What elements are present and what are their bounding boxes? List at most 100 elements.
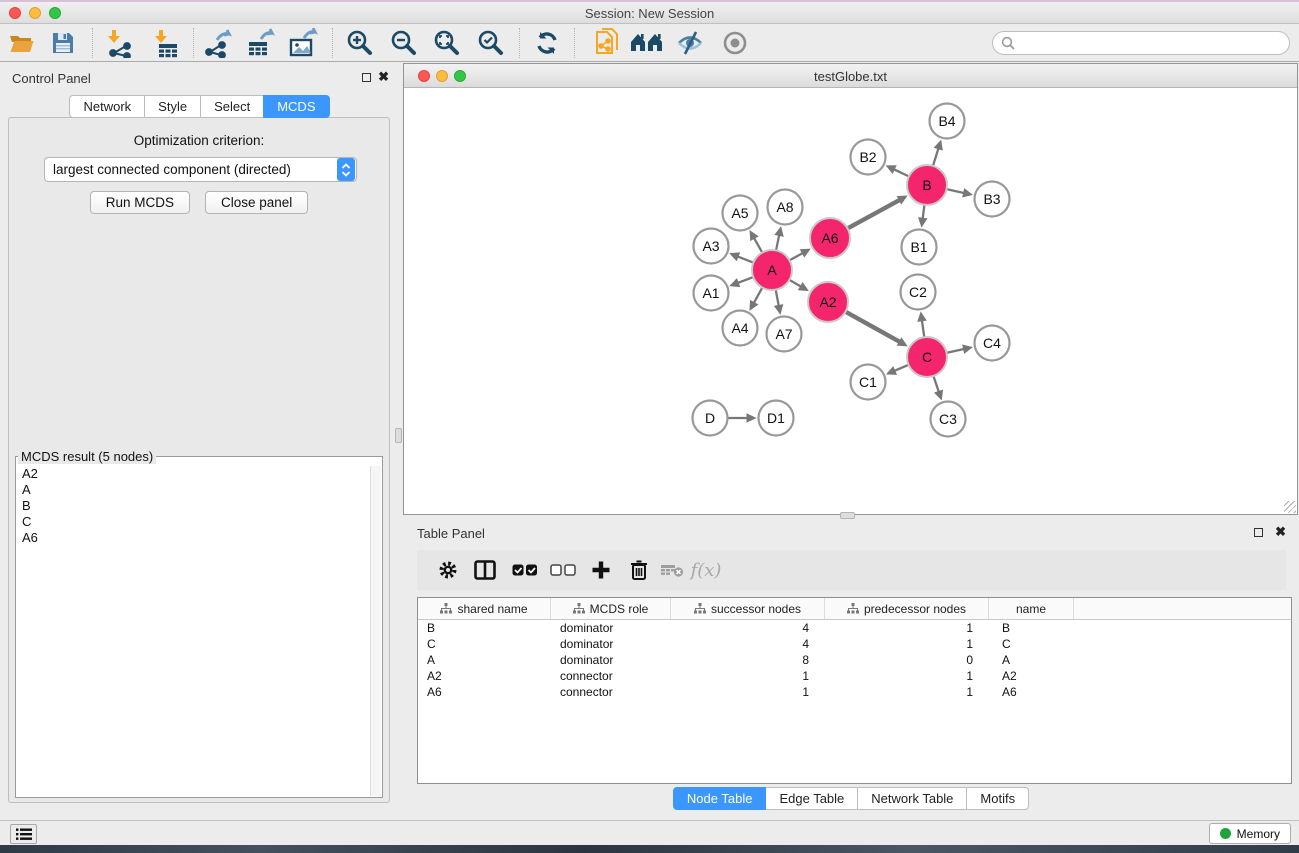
tab-edge-table[interactable]: Edge Table	[765, 787, 858, 810]
column-header-successor-nodes[interactable]: successor nodes	[671, 598, 825, 619]
memory-button[interactable]: Memory	[1209, 823, 1291, 844]
apply-layout-button[interactable]	[529, 27, 565, 59]
delete-table-button[interactable]	[655, 554, 689, 586]
split-divider-handle[interactable]	[840, 512, 855, 519]
mcds-result-list[interactable]: A2ABCA6	[17, 466, 370, 796]
table-row[interactable]: Adominator80A	[418, 652, 1291, 668]
cell[interactable]: 1	[671, 668, 825, 684]
table-row[interactable]: A2connector11A2	[418, 668, 1291, 684]
deselect-all-button[interactable]	[546, 554, 580, 586]
cell[interactable]: A6	[418, 684, 551, 700]
column-header-name[interactable]: name	[989, 598, 1074, 619]
cell[interactable]: A2	[418, 668, 551, 684]
delete-column-button[interactable]	[622, 554, 656, 586]
table-row[interactable]: Cdominator41C	[418, 636, 1291, 652]
criterion-dropdown[interactable]: largest connected component (directed)	[44, 157, 357, 182]
list-item-c[interactable]: C	[17, 514, 370, 530]
cell[interactable]: A6	[989, 684, 1074, 700]
cell[interactable]: dominator	[551, 636, 671, 652]
network-canvas[interactable]: B4B2BB3A8A5A6A3B1AA1C2A2A4A7C4CC1C3DD1	[404, 89, 1297, 514]
edge-A-A2[interactable]	[790, 280, 802, 287]
tab-motifs[interactable]: Motifs	[966, 787, 1029, 810]
list-item-a6[interactable]: A6	[17, 530, 370, 546]
tab-node-table[interactable]: Node Table	[673, 787, 767, 810]
edge-A6-B[interactable]	[848, 199, 900, 228]
node-table[interactable]: shared nameMCDS rolesuccessor nodesprede…	[417, 597, 1292, 784]
tab-style[interactable]: Style	[144, 95, 201, 118]
cell[interactable]: connector	[551, 684, 671, 700]
table-row[interactable]: Bdominator41B	[418, 620, 1291, 636]
toolbar-search[interactable]	[992, 31, 1290, 55]
add-column-button[interactable]	[584, 554, 618, 586]
show-columns-button[interactable]	[468, 554, 502, 586]
save-session-button[interactable]	[45, 27, 81, 59]
tab-mcds[interactable]: MCDS	[263, 95, 329, 118]
list-scrollbar[interactable]	[370, 466, 381, 796]
run-mcds-button[interactable]: Run MCDS	[90, 191, 190, 214]
show-details-button[interactable]	[717, 27, 753, 59]
edge-B-B3[interactable]	[948, 189, 966, 193]
close-panel-icon[interactable]: ✖	[1275, 525, 1286, 539]
tab-network-table[interactable]: Network Table	[857, 787, 967, 810]
edge-B-B2[interactable]	[893, 169, 908, 176]
zoom-fit-button[interactable]	[429, 27, 465, 59]
cell[interactable]: 0	[825, 652, 989, 668]
edge-A-A5[interactable]	[753, 237, 761, 252]
export-network-button[interactable]	[200, 27, 236, 59]
first-neighbors-button[interactable]	[629, 27, 665, 59]
tab-network[interactable]: Network	[69, 95, 145, 118]
cell[interactable]: 1	[825, 620, 989, 636]
hide-details-button[interactable]	[672, 27, 708, 59]
list-item-a2[interactable]: A2	[17, 466, 370, 482]
import-network-button[interactable]	[102, 27, 138, 59]
function-builder-button[interactable]: f(x)	[689, 554, 723, 586]
edge-B-B4[interactable]	[933, 147, 939, 165]
cell[interactable]: dominator	[551, 652, 671, 668]
open-session-button[interactable]	[4, 27, 40, 59]
split-divider-handle[interactable]	[395, 428, 402, 443]
zoom-selected-button[interactable]	[473, 27, 509, 59]
edge-C-C3[interactable]	[934, 377, 939, 393]
cell[interactable]: A	[989, 652, 1074, 668]
close-panel-icon[interactable]: ✖	[378, 70, 389, 84]
edge-A-A4[interactable]	[753, 288, 762, 304]
edge-C-C2[interactable]	[922, 319, 924, 336]
float-panel-icon[interactable]	[1254, 528, 1263, 537]
list-item-a[interactable]: A	[17, 482, 370, 498]
resize-grip-icon[interactable]	[1284, 501, 1296, 513]
search-input[interactable]	[1020, 36, 1281, 51]
cell[interactable]: B	[989, 620, 1074, 636]
cell[interactable]: 4	[671, 636, 825, 652]
cell[interactable]: dominator	[551, 620, 671, 636]
edge-B-B1[interactable]	[923, 206, 925, 220]
zoom-out-button[interactable]	[386, 27, 422, 59]
select-all-button[interactable]	[508, 554, 542, 586]
edge-A-A6[interactable]	[790, 252, 803, 259]
edge-A-A7[interactable]	[776, 291, 779, 307]
cell[interactable]: 8	[671, 652, 825, 668]
cell[interactable]: 1	[671, 684, 825, 700]
network-from-file-button[interactable]	[589, 27, 625, 59]
tab-select[interactable]: Select	[200, 95, 264, 118]
edge-C-C4[interactable]	[948, 349, 966, 353]
cell[interactable]: C	[418, 636, 551, 652]
cell[interactable]: A2	[989, 668, 1074, 684]
column-header-shared-name[interactable]: shared name	[418, 598, 551, 619]
column-header-MCDS-role[interactable]: MCDS role	[551, 598, 671, 619]
import-table-button[interactable]	[147, 27, 183, 59]
edge-A-A1[interactable]	[737, 277, 753, 283]
cell[interactable]: 1	[825, 636, 989, 652]
table-row[interactable]: A6connector11A6	[418, 684, 1291, 700]
edge-A-A8[interactable]	[776, 234, 779, 250]
export-table-button[interactable]	[242, 27, 278, 59]
cell[interactable]: C	[989, 636, 1074, 652]
cell[interactable]: B	[418, 620, 551, 636]
column-header-predecessor-nodes[interactable]: predecessor nodes	[825, 598, 989, 619]
export-image-button[interactable]	[285, 27, 321, 59]
network-window-titlebar[interactable]: testGlobe.txt	[404, 64, 1297, 88]
table-settings-button[interactable]	[431, 554, 465, 586]
cell[interactable]: 4	[671, 620, 825, 636]
list-item-b[interactable]: B	[17, 498, 370, 514]
task-history-button[interactable]	[10, 824, 37, 844]
edge-A-A3[interactable]	[737, 256, 753, 262]
